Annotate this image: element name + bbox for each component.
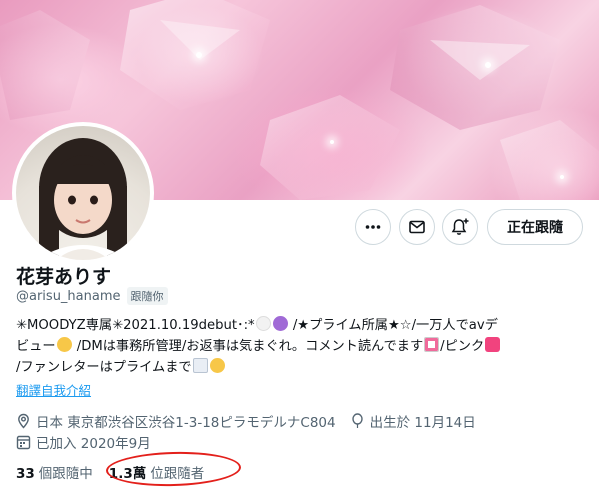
sparkle [330, 140, 334, 144]
sparkle [560, 175, 564, 179]
bio-text: ✳MOODYZ専属✳2021.10.19debut･:* [16, 318, 255, 333]
birthday-balloon-icon [351, 413, 363, 428]
follows-you-badge: 跟隨你 [126, 287, 168, 305]
following-label: 個跟隨中 [38, 466, 93, 482]
notify-button[interactable] [442, 209, 478, 245]
love-letter-emoji-icon [424, 337, 440, 352]
following-count: 33 [16, 466, 35, 482]
location-pin-icon [18, 413, 29, 429]
user-handle: @arisu_haname [16, 288, 121, 304]
profile-bio: ✳MOODYZ専属✳2021.10.19debut･:* /★プライム所属★☆/… [16, 315, 586, 378]
bio-text: ビュー [16, 339, 56, 354]
following-button[interactable]: 正在跟隨 [487, 209, 583, 245]
avatar[interactable] [12, 122, 154, 264]
mail-icon [409, 220, 425, 234]
more-horizontal-icon [365, 225, 381, 229]
bell-plus-icon [451, 218, 469, 235]
woman-emoji-icon [56, 337, 72, 352]
heart-ribbon-emoji-icon [485, 337, 501, 352]
joined-date-text: 已加入 2020年9月 [36, 436, 151, 452]
bio-text: /★プライム所属★☆/一万人でavデ [288, 318, 498, 333]
meta-row: 日本 東京都渋谷区渋谷1-3-18ピラモデルナC804 出生於 11月14日 [16, 411, 476, 431]
more-button[interactable] [355, 209, 391, 245]
bio-line: /ファンレターはプライムまで [16, 357, 586, 378]
bio-line: ✳MOODYZ専属✳2021.10.19debut･:* /★プライム所属★☆/… [16, 315, 586, 336]
calendar-icon [16, 435, 31, 450]
following-stat[interactable]: 33 個跟隨中 [16, 462, 93, 482]
handle-row: @arisu_haname 跟隨你 [16, 287, 168, 305]
bio-line: ビュー /DMは事務所管理/お返事は気まぐれ。コメント読んでます/ピンク [16, 336, 586, 357]
display-name: 花芽ありす [16, 266, 112, 288]
meta-row: 已加入 2020年9月 [16, 432, 151, 452]
envelope-arrow-emoji-icon [192, 358, 208, 373]
message-button[interactable] [399, 209, 435, 245]
birthday-text: 出生於 11月14日 [369, 415, 476, 431]
red-annotation-circle [105, 450, 242, 488]
sparkle [196, 52, 202, 58]
bio-text: /ファンレターはプライムまで [16, 360, 192, 375]
bio-text: /DMは事務所管理/お返事は気まぐれ。コメント読んでます [72, 339, 424, 354]
purple-heart-emoji-icon [272, 316, 288, 331]
bio-text: /ピンク [440, 339, 485, 354]
translate-bio-link[interactable]: 翻譯自我介紹 [16, 380, 91, 399]
white-heart-emoji-icon [255, 316, 271, 331]
pointing-down-emoji-icon [209, 358, 225, 373]
sparkle [485, 62, 491, 68]
avatar-photo [36, 138, 130, 260]
location-text: 日本 東京都渋谷区渋谷1-3-18ピラモデルナC804 [36, 415, 336, 431]
